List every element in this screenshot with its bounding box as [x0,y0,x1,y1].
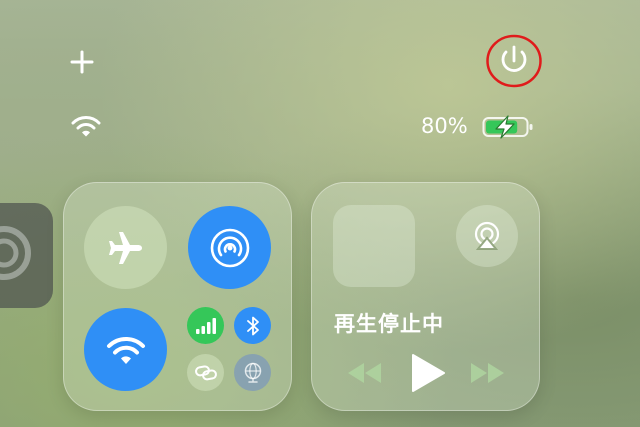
wifi-toggle[interactable] [84,308,167,391]
now-playing-label: 再生停止中 [334,312,444,336]
plus-icon [70,50,94,74]
airplay-icon [474,221,500,250]
airplane-mode-toggle[interactable] [84,206,167,289]
battery-percent: 80% [421,114,468,138]
bluetooth-icon [246,316,259,335]
wifi-status-icon [71,114,101,138]
power-icon [501,45,527,72]
vpn-toggle[interactable] [234,354,271,391]
wifi-icon [106,336,145,364]
battery-charging-icon [482,115,534,139]
play-icon [412,354,445,392]
bluetooth-toggle[interactable] [234,307,271,344]
album-art[interactable] [333,205,415,287]
airdrop-toggle[interactable] [188,206,271,289]
cellular-toggle[interactable] [187,307,224,344]
fast-forward-button[interactable] [468,359,508,387]
play-button[interactable] [407,352,447,394]
airplane-icon [108,231,142,264]
personal-hotspot-toggle[interactable] [187,354,224,391]
rewind-icon [348,363,381,383]
power-button[interactable] [485,33,543,89]
airplay-button[interactable] [456,205,518,267]
rewind-button[interactable] [344,359,384,387]
cellular-signal-icon [195,317,216,334]
add-button[interactable] [68,48,96,76]
airdrop-icon [210,228,249,267]
globe-icon [244,362,261,383]
side-app-icon [0,203,53,308]
link-icon [194,364,217,380]
fast-forward-icon [471,363,504,383]
